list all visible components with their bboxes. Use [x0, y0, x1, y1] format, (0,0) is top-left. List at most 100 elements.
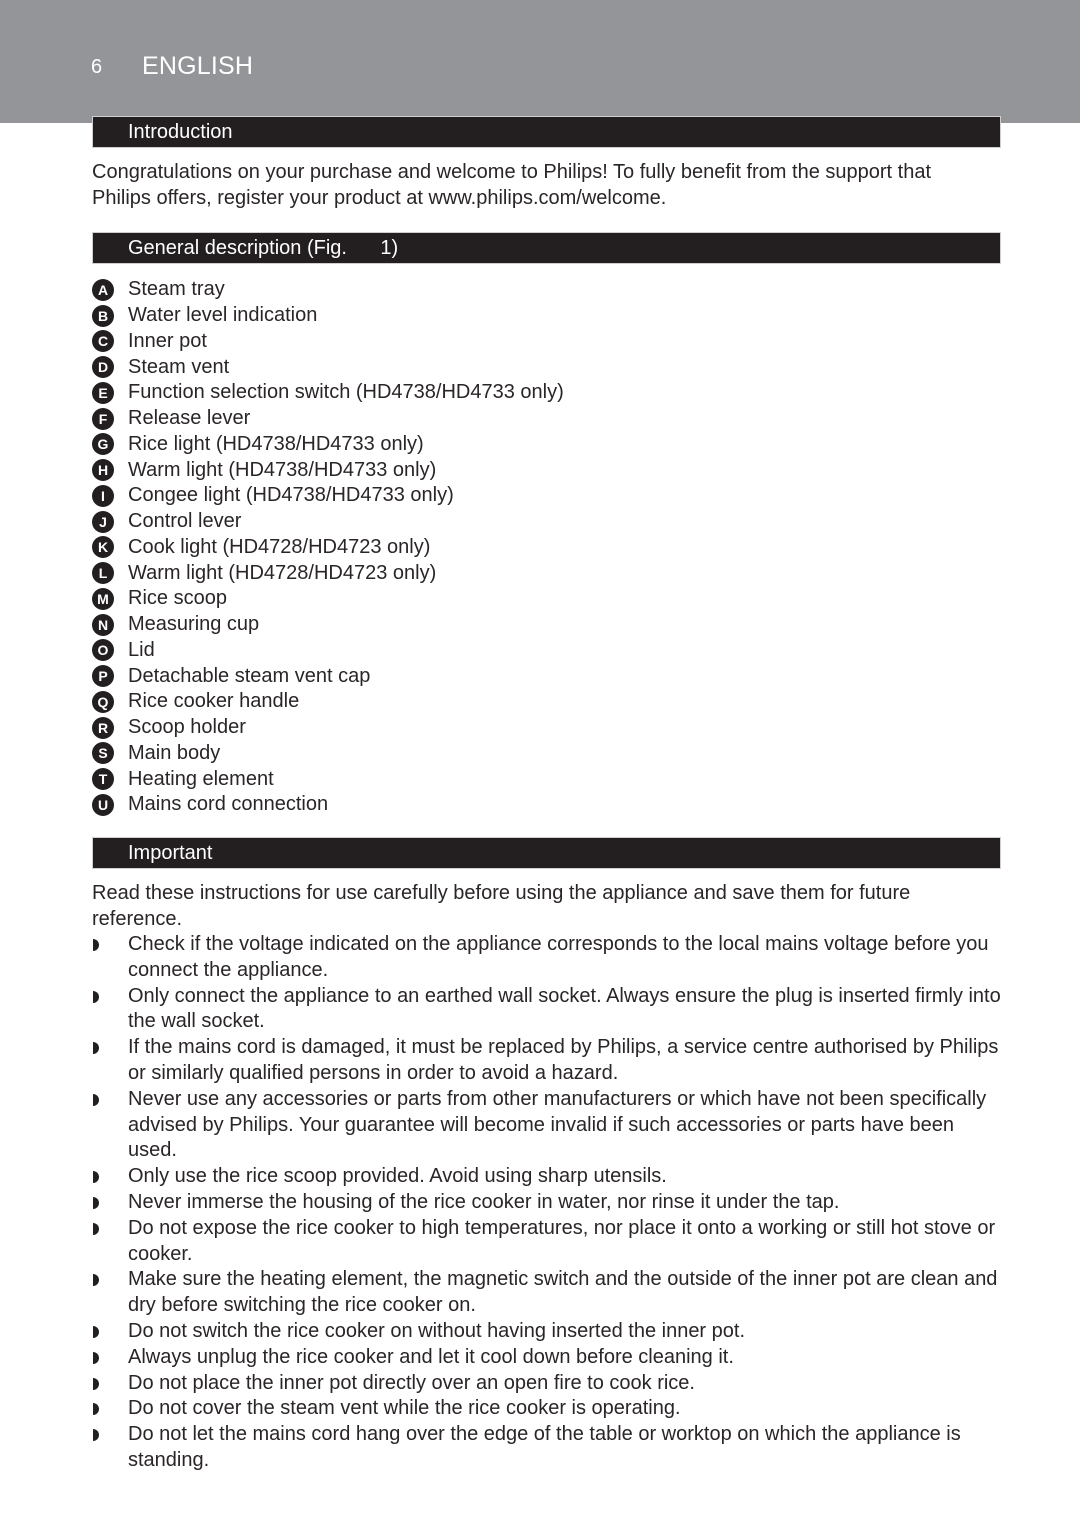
page-header: 6 ENGLISH: [0, 0, 1080, 123]
letter-badge-icon: L: [92, 562, 114, 585]
text-line: Read these instructions for use carefull…: [92, 882, 911, 904]
part-list-item: F Release lever: [92, 406, 564, 432]
warning-text: Do not expose the rice cooker to high te…: [128, 1216, 996, 1265]
bullet-icon: [93, 1403, 99, 1416]
part-label: Rice scoop: [128, 587, 227, 610]
bullet-icon: [93, 1171, 99, 1184]
bullet-icon: [93, 1222, 99, 1235]
part-label: Cook light (HD4728/HD4723 only): [128, 535, 431, 558]
part-list-item: D Steam vent: [92, 354, 564, 380]
part-label: Detachable steam vent cap: [128, 664, 371, 687]
part-label: Rice light (HD4738/HD4733 only): [128, 432, 424, 455]
part-label: Lid: [128, 638, 155, 661]
warnings-list: Check if the voltage indicated on the ap…: [92, 932, 1007, 1474]
letter-badge-icon: H: [92, 459, 114, 482]
part-list-item: G Rice light (HD4738/HD4733 only): [92, 432, 564, 458]
part-list-item: H Warm light (HD4738/HD4733 only): [92, 457, 564, 483]
warning-text: Make sure the heating element, the magne…: [128, 1268, 998, 1317]
bullet-icon: [93, 1429, 99, 1442]
warning-text: Do not place the inner pot directly over…: [128, 1371, 695, 1394]
warning-item: Do not expose the rice cooker to high te…: [92, 1216, 1007, 1268]
bullet-icon: [93, 1042, 99, 1055]
part-list-item: I Congee light (HD4738/HD4733 only): [92, 483, 564, 509]
letter-badge-icon: F: [92, 407, 114, 430]
section-title: General description (Fig. 1): [128, 237, 399, 259]
part-list-item: T Heating element: [92, 766, 564, 792]
part-label: Heating element: [128, 767, 274, 790]
part-list-item: J Control lever: [92, 509, 564, 535]
bullet-icon: [93, 990, 99, 1003]
warning-text: Never immerse the housing of the rice co…: [128, 1190, 840, 1213]
part-label: Function selection switch (HD4738/HD4733…: [128, 381, 564, 404]
letter-badge-icon: U: [92, 793, 114, 816]
part-label: Release lever: [128, 407, 251, 430]
bullet-icon: [93, 1196, 99, 1209]
part-list-item: A Steam tray: [92, 277, 564, 303]
part-label: Inner pot: [128, 329, 207, 352]
warning-text: If the mains cord is damaged, it must be…: [128, 1036, 999, 1084]
warning-text: Only use the rice scoop provided. Avoid …: [128, 1165, 667, 1188]
letter-badge-icon: O: [92, 639, 114, 662]
part-label: Warm light (HD4728/HD4723 only): [128, 561, 437, 584]
part-label: Rice cooker handle: [128, 690, 300, 713]
part-label: Water level indication: [128, 304, 318, 327]
warning-item: Only connect the appliance to an earthed…: [92, 984, 1007, 1036]
letter-badge-icon: G: [92, 433, 114, 456]
part-list-item: P Detachable steam vent cap: [92, 663, 564, 689]
part-label: Mains cord connection: [128, 793, 329, 816]
warning-item: Do not let the mains cord hang over the …: [92, 1422, 1007, 1474]
letter-badge-icon: E: [92, 381, 114, 404]
part-label: Steam vent: [128, 355, 230, 378]
bullet-icon: [93, 1351, 99, 1364]
section-heading-important: Important: [92, 837, 1001, 869]
letter-badge-icon: B: [92, 304, 114, 327]
letter-badge-icon: S: [92, 742, 114, 765]
part-list-item: C Inner pot: [92, 329, 564, 355]
important-intro-text: Read these instructions for use carefull…: [92, 881, 1004, 933]
warning-item: Only use the rice scoop provided. Avoid …: [92, 1164, 1007, 1190]
warning-item: Never use any accessories or parts from …: [92, 1087, 1007, 1164]
bullet-icon: [93, 1325, 99, 1338]
text-line: reference.: [92, 907, 183, 930]
language-title: ENGLISH: [142, 52, 254, 80]
part-list-item: R Scoop holder: [92, 715, 564, 741]
introduction-text: Congratulations on your purchase and wel…: [92, 160, 1004, 212]
part-list-item: L Warm light (HD4728/HD4723 only): [92, 560, 564, 586]
letter-badge-icon: K: [92, 536, 114, 559]
bullet-icon: [93, 1377, 99, 1390]
letter-badge-icon: R: [92, 716, 114, 739]
letter-badge-icon: T: [92, 768, 114, 791]
letter-badge-icon: P: [92, 665, 114, 688]
warning-item: Check if the voltage indicated on the ap…: [92, 932, 1007, 984]
warning-text: Do not let the mains cord hang over the …: [128, 1423, 961, 1471]
letter-badge-icon: A: [92, 278, 114, 301]
part-label: Measuring cup: [128, 613, 260, 636]
part-label: Scoop holder: [128, 716, 246, 739]
bullet-icon: [93, 939, 99, 951]
letter-badge-icon: J: [92, 510, 114, 533]
warning-item: If the mains cord is damaged, it must be…: [92, 1035, 1007, 1087]
part-list-item: E Function selection switch (HD4738/HD473…: [92, 380, 564, 406]
part-list-item: K Cook light (HD4728/HD4723 only): [92, 535, 564, 561]
warning-text: Only connect the appliance to an earthed…: [128, 984, 1001, 1033]
warning-item: Make sure the heating element, the magne…: [92, 1267, 1007, 1319]
warning-text: Do not cover the steam vent while the ri…: [128, 1397, 681, 1420]
letter-badge-icon: C: [92, 330, 114, 353]
warning-item: Do not switch the rice cooker on without…: [92, 1319, 1007, 1345]
section-title: Important: [128, 842, 213, 864]
warning-item: Always unplug the rice cooker and let it…: [92, 1345, 1007, 1371]
bullet-icon: [93, 1093, 99, 1106]
section-heading-introduction: Introduction: [92, 116, 1001, 148]
part-list-item: Q Rice cooker handle: [92, 689, 564, 715]
part-label: Main body: [128, 741, 221, 764]
part-list-item: N Measuring cup: [92, 612, 564, 638]
letter-badge-icon: N: [92, 613, 114, 636]
warning-item: Do not place the inner pot directly over…: [92, 1371, 1007, 1397]
warning-text: Never use any accessories or parts from …: [128, 1087, 987, 1162]
letter-badge-icon: I: [92, 484, 114, 507]
part-label: Congee light (HD4738/HD4733 only): [128, 484, 454, 507]
parts-list: A Steam tray B Water level indication C Inner…: [92, 277, 564, 818]
text-line: Philips offers, register your product at…: [92, 186, 667, 209]
part-list-item: B Water level indication: [92, 303, 564, 329]
part-label: Control lever: [128, 510, 242, 533]
